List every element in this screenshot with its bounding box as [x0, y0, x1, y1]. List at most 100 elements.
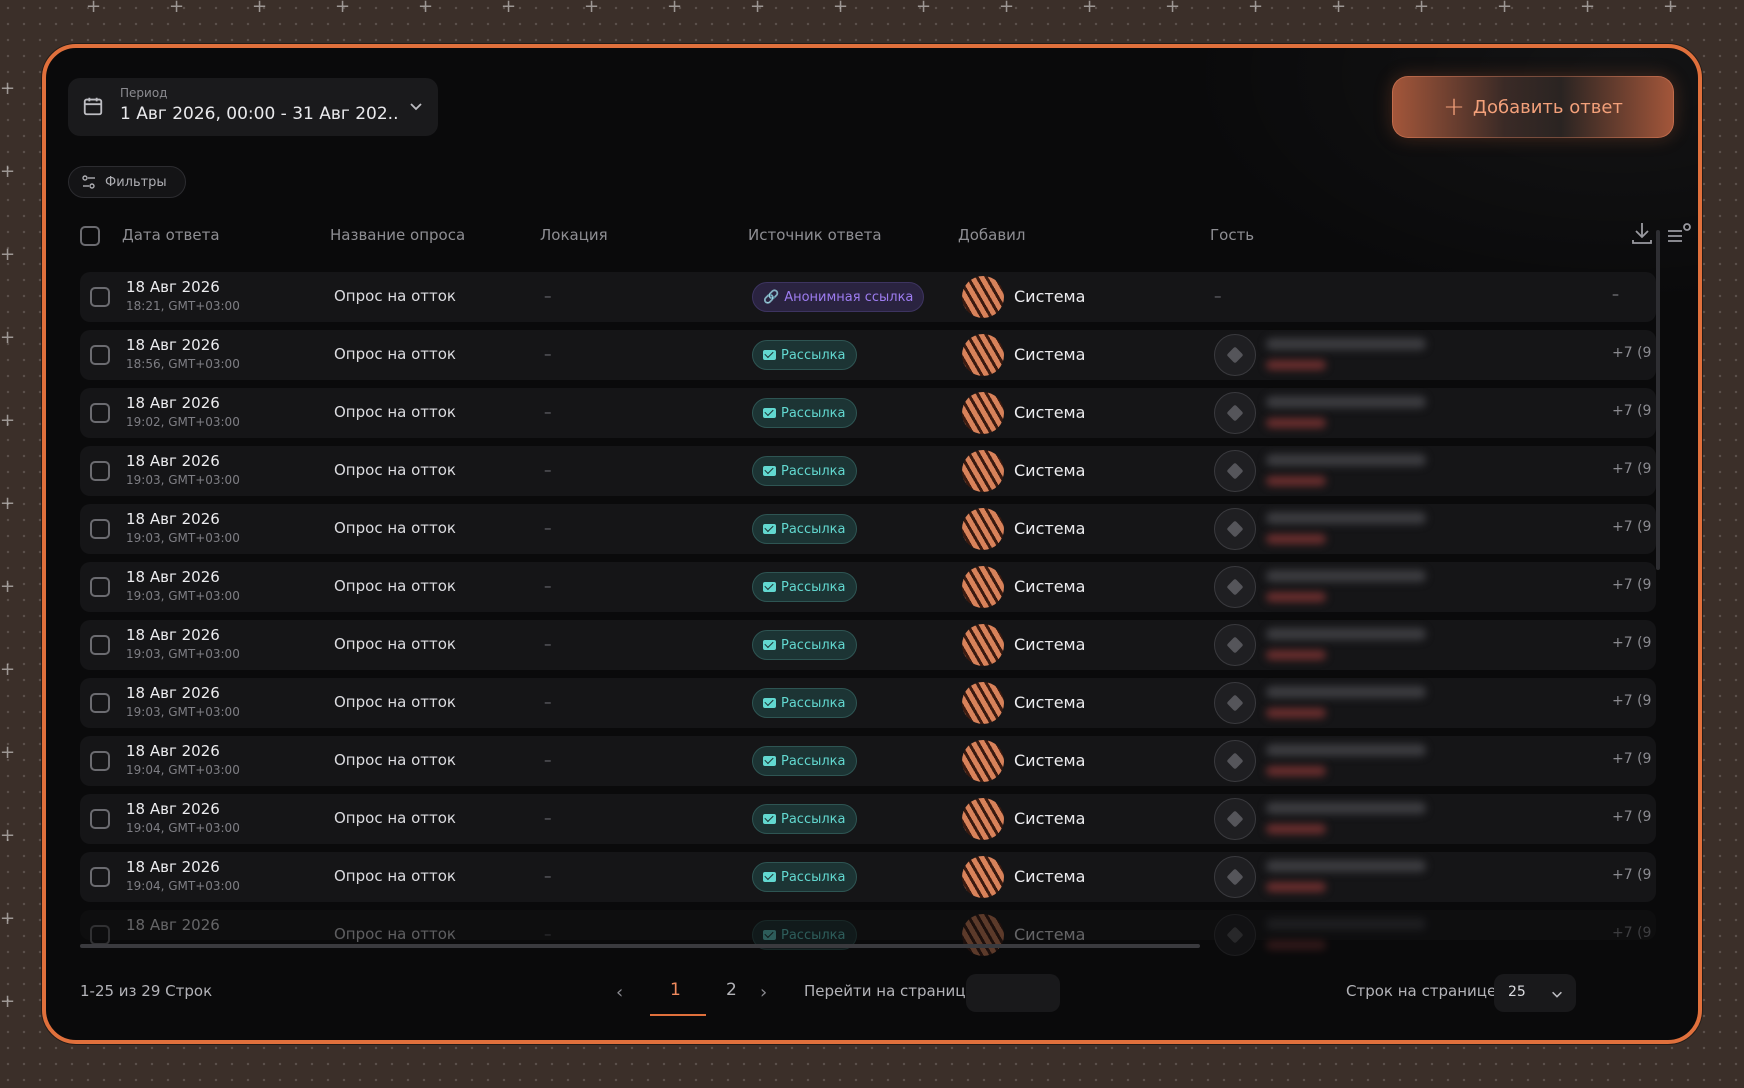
goto-page-input[interactable] [966, 974, 1060, 1012]
row-checkbox[interactable] [90, 519, 110, 539]
location-value: – [544, 693, 552, 711]
row-checkbox[interactable] [90, 809, 110, 829]
location-value: – [544, 461, 552, 479]
source-badge: Рассылка [752, 572, 857, 602]
guest-avatar[interactable] [1214, 740, 1256, 782]
page-1-button[interactable]: 1 [670, 980, 681, 1000]
table-row[interactable]: 18 Авг 2026 19:03, GMT+03:00 Опрос на отто… [80, 504, 1656, 554]
source-label: Рассылка [781, 405, 846, 421]
source-badge: 🔗 Анонимная ссылка [752, 282, 925, 312]
plus-marker: + [252, 0, 268, 17]
envelope-icon [763, 582, 776, 592]
row-checkbox[interactable] [90, 461, 110, 481]
added-by: Система [1014, 577, 1086, 596]
guest-placeholder-icon [1226, 636, 1244, 654]
added-by: Система [1014, 345, 1086, 364]
column-location[interactable]: Локация [540, 226, 608, 244]
guest-avatar[interactable] [1214, 682, 1256, 724]
response-date: 18 Авг 2026 [126, 452, 220, 470]
response-date: 18 Авг 2026 [126, 394, 220, 412]
next-page-icon[interactable]: › [760, 982, 767, 1003]
envelope-icon [763, 640, 776, 650]
guest-avatar[interactable] [1214, 566, 1256, 608]
response-time: 19:02, GMT+03:00 [126, 415, 240, 429]
source-badge: Рассылка [752, 398, 857, 428]
avatar [962, 624, 1004, 666]
survey-name: Опрос на отток [334, 925, 456, 943]
source-label: Рассылка [781, 579, 846, 595]
guest-avatar[interactable] [1214, 392, 1256, 434]
guest-avatar[interactable] [1214, 624, 1256, 666]
row-checkbox[interactable] [90, 693, 110, 713]
table-row[interactable]: 18 Авг 2026 19:04, GMT+03:00 Опрос на отто… [80, 736, 1656, 786]
rows-per-page-select[interactable]: 25 [1494, 974, 1576, 1012]
source-badge: Рассылка [752, 340, 857, 370]
table-row[interactable]: 18 Авг 2026 19:04, GMT+03:00 Опрос на отто… [80, 852, 1656, 902]
table-row[interactable]: 18 Авг 2026 19:03, GMT+03:00 Опрос на отто… [80, 446, 1656, 496]
plus-marker: + [0, 576, 16, 597]
guest-avatar[interactable] [1214, 856, 1256, 898]
column-survey[interactable]: Название опроса [330, 226, 465, 244]
plus-marker: + [86, 0, 102, 17]
period-picker[interactable]: Период 1 Авг 2026, 00:00 - 31 Авг 202... [68, 78, 438, 136]
envelope-icon [763, 756, 776, 766]
guest-value: – [1214, 287, 1222, 305]
added-by: Система [1014, 287, 1086, 306]
plus-icon: + [1443, 92, 1465, 122]
guest-name-blurred [1266, 570, 1426, 582]
response-time: 19:03, GMT+03:00 [126, 705, 240, 719]
avatar [962, 392, 1004, 434]
location-value: – [544, 519, 552, 537]
row-checkbox[interactable] [90, 577, 110, 597]
plus-marker: + [0, 825, 16, 846]
source-badge: Рассылка [752, 804, 857, 834]
response-time: 19:03, GMT+03:00 [126, 473, 240, 487]
row-checkbox[interactable] [90, 345, 110, 365]
column-date[interactable]: Дата ответа [122, 226, 220, 244]
page-2-button[interactable]: 2 [726, 980, 737, 1000]
guest-avatar[interactable] [1214, 450, 1256, 492]
guest-tag-blurred [1266, 882, 1326, 892]
column-added-by[interactable]: Добавил [958, 226, 1026, 244]
row-checkbox[interactable] [90, 925, 110, 945]
table-row[interactable]: 18 Авг 2026 19:03, GMT+03:00 Опрос на отто… [80, 562, 1656, 612]
guest-avatar[interactable] [1214, 914, 1256, 956]
guest-phone: +7 (9 [1612, 519, 1652, 535]
vertical-scrollbar[interactable] [1656, 230, 1660, 570]
source-label: Рассылка [781, 521, 846, 537]
envelope-icon [763, 350, 776, 360]
row-checkbox[interactable] [90, 751, 110, 771]
response-time: 19:03, GMT+03:00 [126, 531, 240, 545]
add-response-button[interactable]: + Добавить ответ [1392, 76, 1674, 138]
row-checkbox[interactable] [90, 635, 110, 655]
table-row[interactable]: 18 Авг 2026 Опрос на отток – Рассылка Систем… [80, 910, 1656, 956]
row-checkbox[interactable] [90, 867, 110, 887]
row-checkbox[interactable] [90, 287, 110, 307]
location-value: – [544, 751, 552, 769]
table-row[interactable]: 18 Авг 2026 19:03, GMT+03:00 Опрос на отто… [80, 678, 1656, 728]
response-date: 18 Авг 2026 [126, 278, 220, 296]
column-guest[interactable]: Гость [1210, 226, 1254, 244]
guest-avatar[interactable] [1214, 508, 1256, 550]
prev-page-icon[interactable]: ‹ [616, 982, 623, 1003]
table-row[interactable]: 18 Авг 2026 19:02, GMT+03:00 Опрос на отто… [80, 388, 1656, 438]
guest-avatar[interactable] [1214, 334, 1256, 376]
added-by: Система [1014, 925, 1086, 944]
column-settings-icon[interactable] [1666, 222, 1692, 244]
response-time: 19:04, GMT+03:00 [126, 763, 240, 777]
plus-marker: + [1497, 0, 1513, 17]
horizontal-scrollbar[interactable] [80, 944, 1200, 948]
download-icon[interactable] [1630, 220, 1654, 246]
added-by: Система [1014, 867, 1086, 886]
select-all-checkbox[interactable] [80, 226, 100, 246]
filters-button[interactable]: Фильтры [68, 166, 186, 198]
table-row[interactable]: 18 Авг 2026 18:56, GMT+03:00 Опрос на отто… [80, 330, 1656, 380]
table-row[interactable]: 18 Авг 2026 19:03, GMT+03:00 Опрос на отто… [80, 620, 1656, 670]
table-row[interactable]: 18 Авг 2026 19:04, GMT+03:00 Опрос на отто… [80, 794, 1656, 844]
column-source[interactable]: Источник ответа [748, 226, 882, 244]
table-row[interactable]: 18 Авг 2026 18:21, GMT+03:00 Опрос на отто… [80, 272, 1656, 322]
avatar [962, 914, 1004, 956]
row-checkbox[interactable] [90, 403, 110, 423]
guest-placeholder-icon [1226, 462, 1244, 480]
guest-avatar[interactable] [1214, 798, 1256, 840]
